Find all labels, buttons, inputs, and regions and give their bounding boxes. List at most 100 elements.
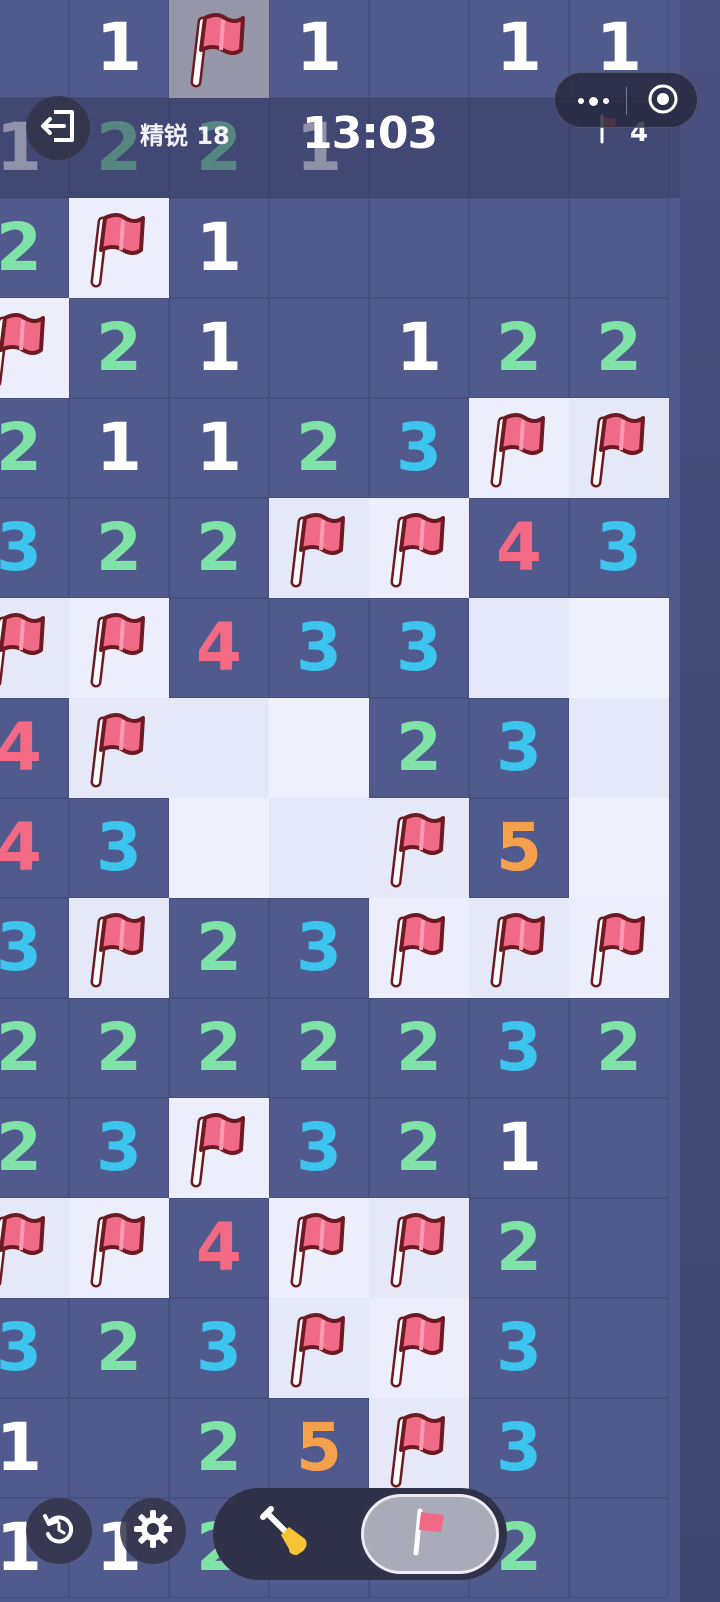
- number-cell[interactable]: 4: [469, 498, 569, 598]
- flagged-cell[interactable]: [69, 1198, 169, 1298]
- flagged-cell[interactable]: [569, 398, 669, 498]
- number-cell[interactable]: 2: [369, 998, 469, 1098]
- empty-cell[interactable]: [169, 798, 269, 898]
- flagged-cell[interactable]: [69, 898, 169, 998]
- number-cell[interactable]: 1: [169, 198, 269, 298]
- number-cell[interactable]: 2: [0, 998, 69, 1098]
- number-cell[interactable]: 1: [169, 398, 269, 498]
- flagged-cell[interactable]: [569, 898, 669, 998]
- number-cell[interactable]: 3: [0, 498, 69, 598]
- empty-cell[interactable]: [569, 598, 669, 698]
- minesweeper-board[interactable]: 1111122121211222112332243433423435323222…: [0, 0, 680, 1602]
- number-cell[interactable]: 4: [169, 1198, 269, 1298]
- number-cell[interactable]: 2: [169, 998, 269, 1098]
- number-cell[interactable]: 3: [269, 598, 369, 698]
- flagged-cell[interactable]: [169, 1098, 269, 1198]
- number-cell[interactable]: 3: [469, 698, 569, 798]
- hidden-cell[interactable]: [569, 1098, 669, 1198]
- number-cell[interactable]: 2: [169, 898, 269, 998]
- dig-mode-button[interactable]: [213, 1488, 359, 1580]
- number-cell[interactable]: 2: [469, 298, 569, 398]
- flagged-cell[interactable]: [269, 1298, 369, 1398]
- flagged-cell[interactable]: [369, 898, 469, 998]
- flagged-cell[interactable]: [69, 698, 169, 798]
- empty-cell[interactable]: [269, 798, 369, 898]
- hidden-cell[interactable]: [569, 198, 669, 298]
- empty-cell[interactable]: [269, 698, 369, 798]
- number-cell[interactable]: 2: [269, 998, 369, 1098]
- number-cell[interactable]: 3: [469, 1398, 569, 1498]
- number-cell[interactable]: 3: [369, 598, 469, 698]
- number-cell[interactable]: 4: [0, 698, 69, 798]
- number-cell[interactable]: 4: [0, 798, 69, 898]
- number-cell[interactable]: 2: [69, 298, 169, 398]
- flagged-cell[interactable]: [0, 298, 69, 398]
- flagged-cell[interactable]: [269, 498, 369, 598]
- flagged-cell[interactable]: [369, 498, 469, 598]
- hidden-cell[interactable]: [69, 1398, 169, 1498]
- number-cell[interactable]: 5: [269, 1398, 369, 1498]
- number-cell[interactable]: 3: [469, 1298, 569, 1398]
- hidden-cell[interactable]: [569, 1498, 669, 1598]
- number-cell[interactable]: 2: [69, 498, 169, 598]
- flagged-cell[interactable]: [469, 898, 569, 998]
- number-cell[interactable]: 3: [269, 1098, 369, 1198]
- number-cell[interactable]: 3: [469, 998, 569, 1098]
- restart-button[interactable]: [26, 1498, 92, 1564]
- flagged-cell[interactable]: [369, 1398, 469, 1498]
- settings-button[interactable]: [120, 1498, 186, 1564]
- hidden-cell[interactable]: [569, 1198, 669, 1298]
- number-cell[interactable]: 2: [0, 398, 69, 498]
- flagged-cell[interactable]: [69, 598, 169, 698]
- number-cell[interactable]: 1: [369, 298, 469, 398]
- number-cell[interactable]: 1: [469, 1098, 569, 1198]
- number-cell[interactable]: 2: [69, 998, 169, 1098]
- number-cell[interactable]: 3: [69, 1098, 169, 1198]
- flagged-cell[interactable]: [269, 1198, 369, 1298]
- number-cell[interactable]: 2: [169, 1398, 269, 1498]
- number-cell[interactable]: 1: [469, 0, 569, 98]
- flagged-cell[interactable]: [69, 198, 169, 298]
- number-cell[interactable]: 2: [569, 298, 669, 398]
- number-cell[interactable]: 3: [69, 798, 169, 898]
- number-cell[interactable]: 1: [69, 398, 169, 498]
- flagged-cell[interactable]: [469, 398, 569, 498]
- number-cell[interactable]: 3: [169, 1298, 269, 1398]
- hidden-cell[interactable]: [369, 0, 469, 98]
- number-cell[interactable]: 2: [469, 1198, 569, 1298]
- close-mini-program-button[interactable]: [635, 81, 691, 121]
- hidden-cell[interactable]: [469, 198, 569, 298]
- flagged-cell[interactable]: [0, 598, 69, 698]
- flagged-cell[interactable]: [369, 1198, 469, 1298]
- flagged-cell[interactable]: [0, 1198, 69, 1298]
- number-cell[interactable]: 3: [369, 398, 469, 498]
- number-cell[interactable]: 3: [0, 1298, 69, 1398]
- number-cell[interactable]: 3: [269, 898, 369, 998]
- number-cell[interactable]: 1: [269, 0, 369, 98]
- flagged-cell[interactable]: [169, 0, 269, 98]
- number-cell[interactable]: 1: [169, 298, 269, 398]
- number-cell[interactable]: 5: [469, 798, 569, 898]
- flag-mode-button[interactable]: [361, 1494, 499, 1574]
- number-cell[interactable]: 2: [369, 698, 469, 798]
- number-cell[interactable]: 3: [0, 898, 69, 998]
- number-cell[interactable]: 2: [0, 198, 69, 298]
- number-cell[interactable]: 2: [269, 398, 369, 498]
- number-cell[interactable]: 4: [169, 598, 269, 698]
- number-cell[interactable]: 2: [0, 1098, 69, 1198]
- flagged-cell[interactable]: [369, 798, 469, 898]
- number-cell[interactable]: 1: [0, 1398, 69, 1498]
- number-cell[interactable]: 2: [169, 498, 269, 598]
- hidden-cell[interactable]: [269, 298, 369, 398]
- number-cell[interactable]: 1: [69, 0, 169, 98]
- hidden-cell[interactable]: [369, 198, 469, 298]
- hidden-cell[interactable]: [269, 198, 369, 298]
- exit-button[interactable]: [26, 96, 90, 160]
- empty-cell[interactable]: [169, 698, 269, 798]
- number-cell[interactable]: 2: [69, 1298, 169, 1398]
- number-cell[interactable]: 2: [369, 1098, 469, 1198]
- empty-cell[interactable]: [469, 598, 569, 698]
- hidden-cell[interactable]: [569, 1298, 669, 1398]
- hidden-cell[interactable]: [569, 1398, 669, 1498]
- hidden-cell[interactable]: [0, 0, 69, 98]
